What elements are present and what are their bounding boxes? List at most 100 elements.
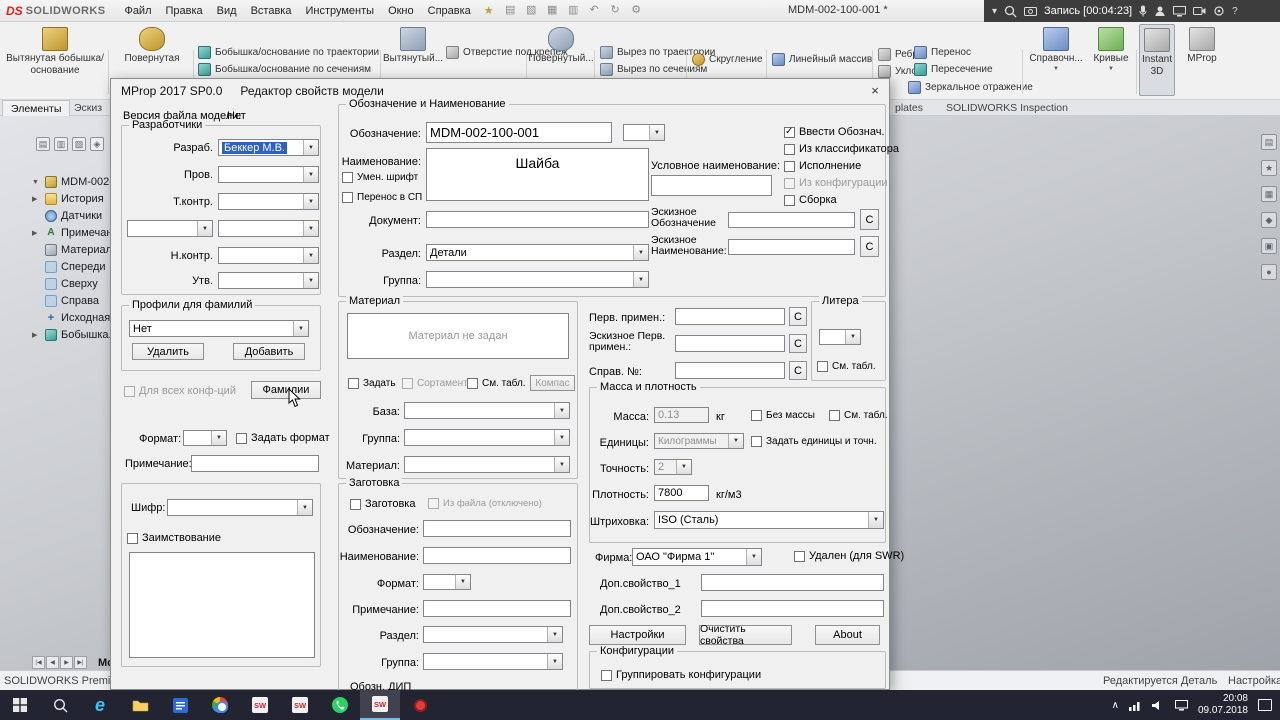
dimxpert-tab-icon[interactable]: ◈ [90,137,104,151]
set-units-checkbox[interactable]: Задать единицы и точн. [751,436,877,447]
propertymanager-tab-icon[interactable]: ▥ [54,137,68,151]
fillet-button[interactable]: Скругление [692,53,763,66]
microphone-icon[interactable] [1139,5,1147,17]
tree-item-boss-feature[interactable]: ▶ Бобышка... [32,329,118,341]
undo-icon[interactable]: ↶ [586,3,603,18]
chevron-down-icon[interactable] [455,575,470,589]
tree-expand-icon[interactable]: ▼ [32,179,41,186]
chevron-down-icon[interactable] [633,272,648,287]
lofted-boss-button[interactable]: Бобышка/основание по сечениям [198,63,371,76]
chevron-down-icon[interactable] [728,434,743,448]
chevron-down-icon[interactable] [211,431,226,445]
task-pane-decals-icon[interactable]: ▣ [1261,238,1277,254]
extra-role-combo[interactable] [127,220,213,237]
chevron-down-icon[interactable] [633,245,648,260]
reference-geometry-button[interactable]: Справочн... ▼ [1028,24,1084,72]
prop1-input[interactable] [701,574,884,591]
menu-tools[interactable]: Инструменты [298,0,381,22]
blank-from-file-checkbox[interactable]: Из файла (отключено) [428,498,542,509]
blank-designation-input[interactable] [423,520,571,537]
chevron-down-icon[interactable] [303,273,318,288]
sketch-name-input[interactable] [728,239,855,255]
move-button[interactable]: Перенос [914,46,971,59]
surnames-button[interactable]: Фамилии [251,381,321,399]
material-set-checkbox[interactable]: Задать [348,378,396,389]
tree-item-material[interactable]: Материал [32,244,112,256]
solidworks-active-icon[interactable]: SW [360,690,400,720]
options-icon[interactable]: ⚙ [628,3,645,18]
chevron-down-icon[interactable] [547,654,562,669]
tray-chevron-up-icon[interactable]: ∧ [1112,700,1119,711]
sortament-checkbox[interactable]: Сортамент [402,378,468,389]
note-input[interactable] [191,455,319,472]
tree-item-top-plane[interactable]: Сверху [32,278,98,290]
monitor-icon[interactable] [1173,6,1186,17]
pin-menu-icon[interactable]: ★ [484,4,494,17]
blank-note-input[interactable] [423,600,571,617]
chevron-down-icon[interactable] [303,194,318,209]
name-input[interactable]: Шайба [426,148,649,201]
material-group-combo[interactable] [404,429,570,446]
menu-help[interactable]: Справка [421,0,478,22]
chevron-down-icon[interactable]: ▾ [992,6,997,17]
chevron-down-icon[interactable] [197,221,212,236]
checker-combo[interactable] [218,166,319,183]
tab-sketch[interactable]: Эскиз [66,100,110,116]
mirror-button[interactable]: Зеркальное отражение [908,81,1033,94]
sketch-designation-c-button[interactable]: С [860,209,879,230]
firm-combo[interactable]: ОАО "Фирма 1" [632,548,762,566]
taskbar-clock[interactable]: 20:08 09.07.2018 [1198,693,1248,718]
task-pane-home-icon[interactable]: ▤ [1261,134,1277,150]
reference-number-input[interactable] [675,362,785,379]
task-pane-appearance-icon[interactable]: ◆ [1261,212,1277,228]
designation-variant-combo[interactable] [623,124,665,141]
sketch-first-application-c-button[interactable]: С [789,334,807,353]
extra-value-combo[interactable] [218,220,319,237]
close-icon[interactable]: × [866,83,884,100]
model-tab-first-icon[interactable]: |◀ [32,656,45,669]
menu-window[interactable]: Окно [381,0,421,22]
sketch-name-c-button[interactable]: С [860,236,879,257]
help-icon[interactable]: ? [1232,6,1238,17]
first-application-c-button[interactable]: С [789,307,807,326]
status-customize[interactable]: Настройка [1228,675,1280,687]
material-combo[interactable] [404,456,570,473]
file-explorer-icon[interactable] [120,690,160,720]
display-icon[interactable] [1175,700,1188,711]
density-input[interactable]: 7800 [654,485,709,501]
menu-file[interactable]: Файл [117,0,158,22]
chrome-icon[interactable] [200,690,240,720]
extruded-boss-button[interactable]: Вытянутая бобышка/основание [2,24,108,76]
borrow-listbox[interactable] [129,552,315,658]
designation-input[interactable]: MDM-002-100-001 [426,122,612,143]
small-font-checkbox[interactable]: Умен. шрифт [342,172,418,183]
curves-button[interactable]: Кривые ▼ [1088,24,1134,72]
chevron-down-icon[interactable] [868,512,883,528]
chevron-down-icon[interactable] [676,460,691,474]
material-table-checkbox[interactable]: См. табл. [467,378,526,389]
task-pane-explorer-icon[interactable]: ▦ [1261,186,1277,202]
menu-view[interactable]: Вид [210,0,244,22]
group-combo[interactable] [426,271,649,288]
screen-recorder-icon[interactable] [400,690,440,720]
feature-tree-tab-icon[interactable]: ▤ [36,137,50,151]
format-combo[interactable] [183,430,227,446]
tree-item-front-plane[interactable]: Спереди [32,261,106,273]
mass-table-checkbox[interactable]: См. табл. [829,410,888,421]
instant3d-button[interactable]: Instant 3D [1139,24,1175,96]
blank-format-combo[interactable] [423,574,471,590]
whatsapp-icon[interactable] [320,690,360,720]
tree-item-history[interactable]: ▶ История [32,193,104,205]
tree-expand-icon[interactable]: ▶ [32,195,41,203]
rebuild-icon[interactable]: ↻ [607,3,624,18]
menu-edit[interactable]: Правка [159,0,210,22]
conditional-name-input[interactable] [651,175,772,196]
edge-icon[interactable]: e [80,690,120,720]
chevron-down-icon[interactable] [554,403,569,418]
to-bom-checkbox[interactable]: Перенос в СП [342,192,422,203]
task-pane-library-icon[interactable]: ★ [1261,160,1277,176]
print-icon[interactable]: ▥ [565,3,582,18]
prop2-input[interactable] [701,600,884,617]
assembly-checkbox[interactable]: Сборка [784,194,837,206]
group-configurations-checkbox[interactable]: Группировать конфигурации [601,669,761,681]
